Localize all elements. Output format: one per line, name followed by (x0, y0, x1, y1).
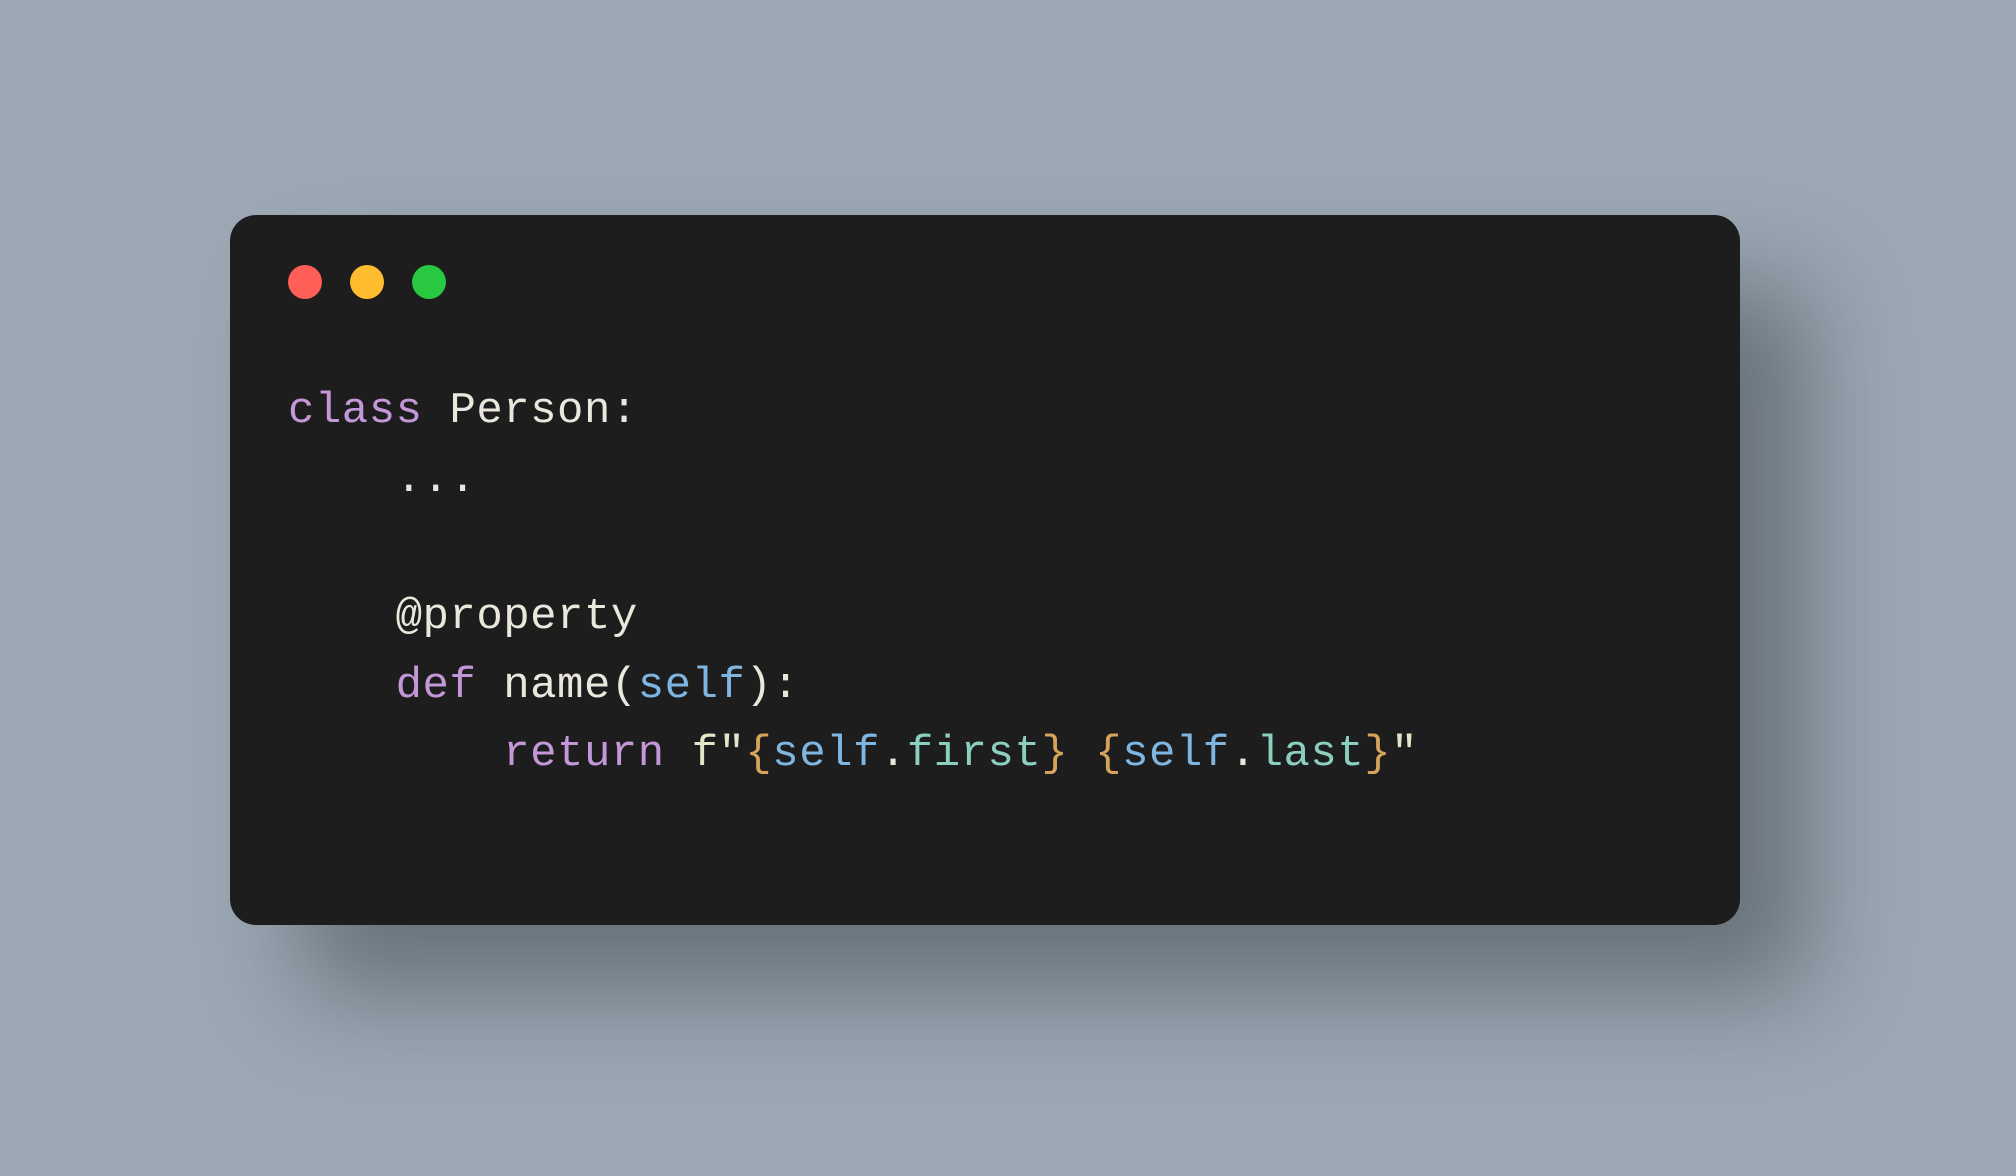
self-ref: self (1122, 729, 1230, 779)
fstring-prefix: f (692, 729, 719, 779)
indent (288, 661, 396, 711)
keyword-class: class (288, 386, 423, 436)
indent (288, 729, 503, 779)
window-titlebar (230, 215, 1740, 299)
paren-close: ) (745, 661, 772, 711)
class-name: Person (449, 386, 610, 436)
brace-open: { (745, 729, 772, 779)
dot: . (880, 729, 907, 779)
keyword-return: return (503, 729, 664, 779)
self-param: self (638, 661, 746, 711)
keyword-def: def (396, 661, 477, 711)
string-quote: " (1391, 729, 1418, 779)
attr-first: first (907, 729, 1042, 779)
function-name: name (503, 661, 611, 711)
paren-open: ( (611, 661, 638, 711)
ellipsis: ... (396, 455, 477, 505)
brace-open: { (1095, 729, 1122, 779)
string-quote: " (718, 729, 745, 779)
minimize-icon[interactable] (350, 265, 384, 299)
brace-close: } (1041, 729, 1068, 779)
attr-last: last (1257, 729, 1365, 779)
code-window: class Person: ... @property def name(sel… (230, 215, 1740, 925)
indent (288, 592, 396, 642)
brace-close: } (1364, 729, 1391, 779)
zoom-icon[interactable] (412, 265, 446, 299)
colon: : (772, 661, 799, 711)
close-icon[interactable] (288, 265, 322, 299)
string-space (1068, 729, 1095, 779)
dot: . (1230, 729, 1257, 779)
colon: : (611, 386, 638, 436)
decorator-property: @property (396, 592, 638, 642)
self-ref: self (772, 729, 880, 779)
indent (288, 455, 396, 505)
code-editor: class Person: ... @property def name(sel… (230, 299, 1740, 789)
